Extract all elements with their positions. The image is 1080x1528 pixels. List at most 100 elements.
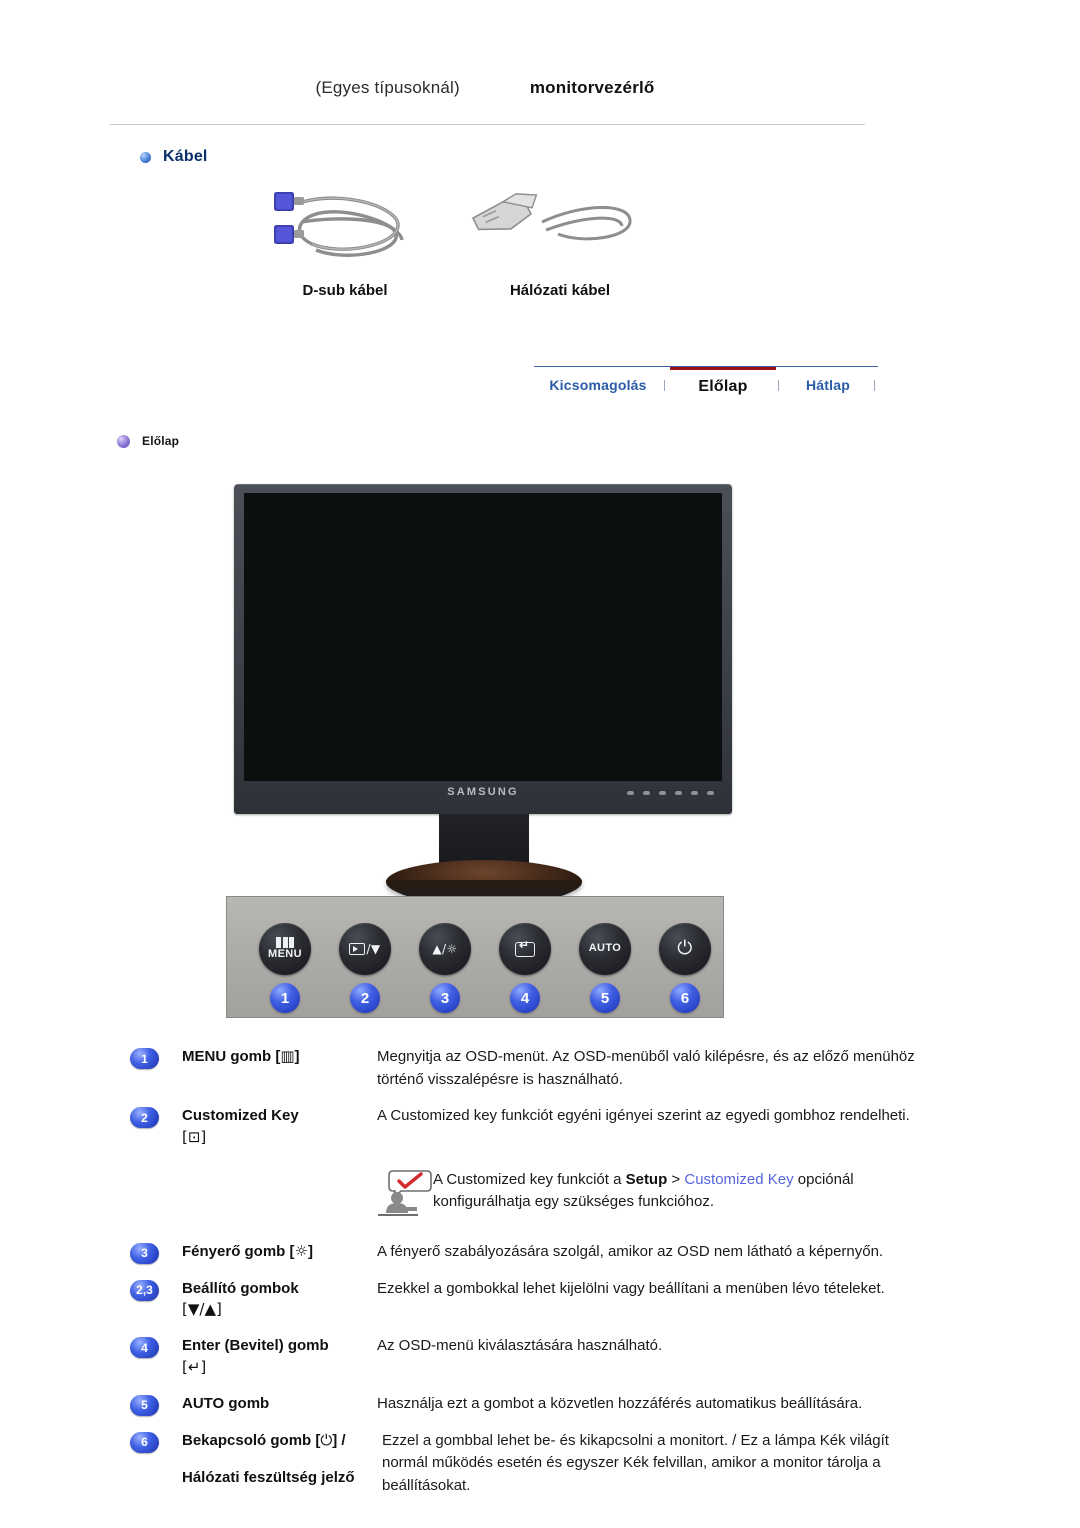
monitor-key-icon <box>691 791 698 795</box>
dsub-cable-icon <box>250 178 450 278</box>
power-cable-caption: Hálózati kábel <box>509 282 611 299</box>
header-divider <box>110 124 865 125</box>
term-text: Bekapcsoló gomb [ <box>182 1431 321 1449</box>
brightness-button[interactable]: ▲/☼ <box>419 923 471 975</box>
badge-cell: 2,3 <box>130 1278 182 1301</box>
term-symbol-icon: [▼/▲] <box>182 1300 222 1319</box>
callout-number-3: 3 <box>430 983 460 1013</box>
term-text-line2: Hálózati feszültség jelző <box>182 1469 355 1487</box>
monitor-bezel: SAMSUNG <box>234 484 732 814</box>
note-text: A Customized key funkciót a Setup > Cust… <box>433 1167 917 1219</box>
customized-key-button[interactable]: /▼ <box>339 923 391 975</box>
monitor-key-icon <box>675 791 682 795</box>
header-note: (Egyes típusoknál) <box>315 78 460 97</box>
note-callout: A Customized key funkciót a Setup > Cust… <box>377 1167 917 1219</box>
badge-cell: 5 <box>130 1393 182 1416</box>
description-term: Fényerő gomb [☼] <box>182 1241 377 1263</box>
menu-button-label: MENU <box>268 948 302 961</box>
section-tabbar[interactable]: Kicsomagolás Előlap Hátlap <box>534 366 878 403</box>
page-header: (Egyes típusoknál) monitorvezérlő <box>110 78 870 126</box>
description-row: 3 Fényerő gomb [☼] A fényerő szabályozás… <box>130 1241 920 1264</box>
tab-kicsomagolas[interactable]: Kicsomagolás <box>534 367 662 403</box>
description-term: Customized Key [⊡] <box>182 1105 377 1149</box>
description-row: 4 Enter (Bevitel) gomb [↵] Az OSD-menü ki… <box>130 1335 920 1379</box>
callout-badge: 6 <box>130 1431 159 1453</box>
badge-cell: 2 <box>130 1105 182 1128</box>
monitor-key-icon <box>659 791 666 795</box>
tab-separator <box>778 380 779 391</box>
power-button[interactable]: ⏻ <box>659 923 711 975</box>
monitor-key-icon <box>643 791 650 795</box>
note-link-customized-key[interactable]: Customized Key <box>684 1171 793 1188</box>
callout-badge: 4 <box>130 1337 159 1358</box>
callout-number-2: 2 <box>350 983 380 1013</box>
info-person-check-icon <box>377 1167 433 1219</box>
auto-button[interactable]: AUTO <box>579 923 631 975</box>
page-title: monitorvezérlő <box>529 78 655 97</box>
term-symbol-icon: ⏻ <box>320 1430 333 1449</box>
enter-button[interactable] <box>499 923 551 975</box>
bullet-dot-icon <box>117 434 130 448</box>
note-text-mid: > <box>667 1170 685 1188</box>
callout-number-1: 1 <box>270 983 300 1013</box>
term-text: Customized Key <box>182 1107 299 1124</box>
callout-number-6: 6 <box>670 983 700 1013</box>
badge-cell: 4 <box>130 1335 182 1358</box>
tab-hatlap[interactable]: Hátlap <box>784 367 872 403</box>
description-definition: Használja ezt a gombot a közvetlen hozzá… <box>377 1394 863 1412</box>
term-text: Beállító gombok <box>182 1279 299 1297</box>
tab-separator <box>664 380 665 391</box>
section-heading-kabel: Kábel <box>140 148 208 166</box>
description-definition: Az OSD-menü kiválasztására használható. <box>377 1337 663 1354</box>
term-text: Fényerő gomb [ <box>182 1242 295 1260</box>
brightness-glyph: ▲/☼ <box>432 941 458 956</box>
description-row: 5 AUTO gomb Használja ezt a gombot a köz… <box>130 1393 920 1416</box>
description-row: 2 Customized Key [⊡] A Customized key fun… <box>130 1105 920 1149</box>
section-heading-label: Kábel <box>163 148 208 165</box>
description-definition: Megnyitja az OSD-menüt. Az OSD-menüből v… <box>377 1048 915 1088</box>
term-suffix: ] <box>294 1048 300 1065</box>
badge-cell: 3 <box>130 1241 182 1264</box>
callout-badge: 2 <box>130 1107 159 1128</box>
term-suffix: ] / <box>332 1431 346 1449</box>
description-term: Enter (Bevitel) gomb [↵] <box>182 1335 377 1379</box>
dsub-cable-caption: D-sub kábel <box>302 282 388 299</box>
description-row: 6 Bekapcsoló gomb [⏻] / Hálózati feszült… <box>130 1430 920 1498</box>
monitor-control-panel: MENU /▼ ▲/☼ AUTO ⏻ 1 2 3 4 5 6 <box>226 896 724 1018</box>
source-icon <box>349 943 366 955</box>
tab-separator <box>874 380 875 391</box>
term-text: Enter (Bevitel) gomb <box>182 1337 329 1354</box>
callout-number-5: 5 <box>590 983 620 1013</box>
term-text: MENU gomb [ <box>182 1048 281 1065</box>
description-definition: A fényerő szabályozására szolgál, amikor… <box>377 1242 884 1260</box>
note-bold-setup: Setup <box>625 1170 668 1188</box>
description-term: MENU gomb [▥] <box>182 1046 377 1068</box>
cable-figures: D-sub kábel Hálózati kábel <box>230 178 690 313</box>
callout-badge: 1 <box>130 1048 159 1069</box>
term-suffix: ] <box>307 1242 313 1260</box>
badge-cell: 6 <box>130 1430 182 1453</box>
bullet-dot-icon <box>140 151 151 163</box>
term-symbol-icon: ☼ <box>294 1241 308 1260</box>
badge-cell: 1 <box>130 1046 182 1069</box>
term-symbol-icon: [⊡] <box>182 1127 207 1146</box>
tab-elolap[interactable]: Előlap <box>670 367 776 403</box>
monitor-key-row <box>627 791 714 795</box>
callout-number-4: 4 <box>510 983 540 1013</box>
power-icon: ⏻ <box>677 937 693 960</box>
description-definition: Ezekkel a gombokkal lehet kijelölni vagy… <box>377 1279 885 1297</box>
monitor-screen <box>244 493 722 781</box>
enter-icon <box>515 939 535 957</box>
callout-badge: 2,3 <box>130 1279 159 1301</box>
section-heading-label: Előlap <box>142 434 180 448</box>
description-definition: A Customized key funkciót egyéni igényei… <box>377 1107 910 1124</box>
description-term: Beállító gombok [▼/▲] <box>182 1278 377 1322</box>
monitor-key-icon <box>707 791 714 795</box>
description-term: AUTO gomb <box>182 1394 270 1412</box>
menu-button[interactable]: MENU <box>259 923 311 975</box>
section-heading-elolap: Előlap <box>117 434 179 448</box>
power-cable-icon <box>450 178 650 278</box>
callout-badge: 5 <box>130 1394 159 1416</box>
description-definition: Ezzel a gombbal lehet be- és kikapcsolni… <box>382 1431 889 1494</box>
button-description-list: 1 MENU gomb [▥] Megnyitja az OSD-menüt. … <box>130 1046 920 1511</box>
